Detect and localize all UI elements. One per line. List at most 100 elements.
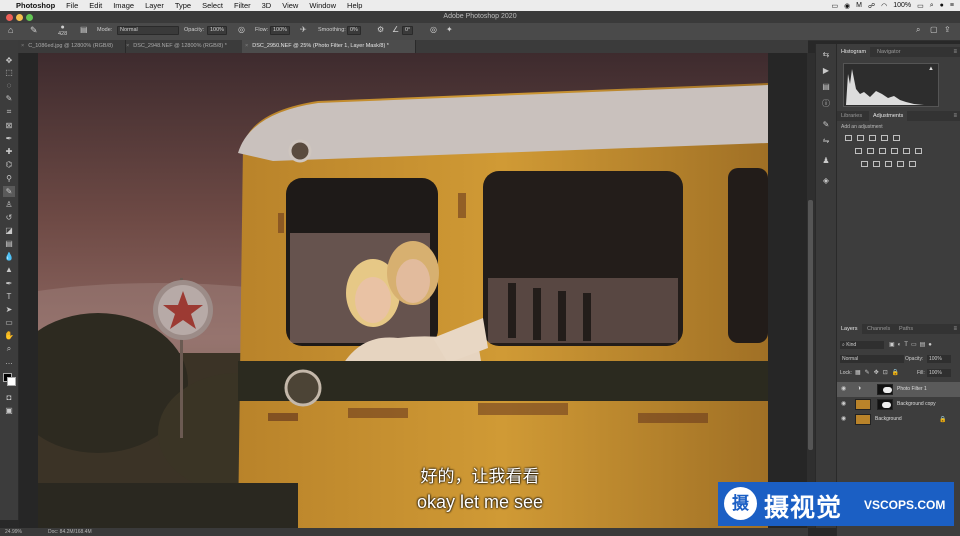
eyedropper-tool-icon[interactable]: ✒	[3, 133, 15, 144]
move-tool-icon[interactable]: ✥	[3, 55, 15, 66]
spotlight-icon[interactable]: ⌕	[930, 2, 934, 10]
layer-filter-icons[interactable]: ▣◐T▭▤●	[889, 341, 935, 348]
home-icon[interactable]: ⌂	[8, 25, 13, 35]
brush-settings-panel-icon[interactable]: ⇋	[821, 136, 831, 146]
zoom-tool-icon[interactable]: ⌕	[3, 343, 15, 354]
share-icon[interactable]: ⇪	[944, 25, 951, 34]
close-tab-icon[interactable]: ×	[126, 43, 129, 49]
tab-c1086ed[interactable]: × C_1086ed.jpg @ 12800% (RGB/8)	[18, 40, 126, 53]
brush-tool-icon[interactable]: ✎	[30, 25, 38, 36]
extension-icon[interactable]: ☍	[868, 2, 875, 10]
channel-mixer-icon[interactable]	[903, 148, 910, 154]
menu-help[interactable]: Help	[347, 1, 362, 10]
menu-window[interactable]: Window	[309, 1, 336, 10]
layer-thumbnail[interactable]	[855, 414, 871, 425]
layer-mask-thumbnail[interactable]	[877, 399, 893, 410]
tab-histogram[interactable]: Histogram	[837, 47, 871, 57]
photo-filter-icon[interactable]	[891, 148, 898, 154]
menu-layer[interactable]: Layer	[145, 1, 164, 10]
tab-channels[interactable]: Channels	[863, 324, 894, 334]
character-panel-icon[interactable]: ♟	[821, 156, 831, 166]
stamp-tool-icon[interactable]: ♙	[3, 199, 15, 210]
close-tab-icon[interactable]: ×	[21, 43, 24, 49]
invert-icon[interactable]	[861, 161, 868, 167]
marquee-tool-icon[interactable]: ⬚	[3, 67, 15, 78]
black-white-icon[interactable]	[879, 148, 886, 154]
layer-row-background-copy[interactable]: ◉ Background copy	[837, 397, 960, 412]
pressure-size-icon[interactable]: ◎	[430, 25, 437, 34]
brush-tool-icon-active[interactable]: ✎	[3, 186, 15, 197]
filter-kind-dropdown[interactable]: ⌕ Kind	[840, 341, 884, 349]
frame-tool-icon[interactable]: ⊠	[3, 120, 15, 131]
blend-mode-dropdown[interactable]: Normal	[840, 355, 904, 363]
actions-panel-icon[interactable]: ▶	[821, 66, 831, 76]
crop-tool-icon[interactable]: ⌗	[3, 106, 15, 117]
brush-preset-picker[interactable]: ● 428	[58, 24, 67, 37]
menu-file[interactable]: File	[66, 1, 78, 10]
selective-color-icon[interactable]	[909, 161, 916, 167]
history-brush-tool-icon[interactable]: ↺	[3, 212, 15, 223]
levels-icon[interactable]	[857, 135, 864, 141]
layer-row-photo-filter[interactable]: ◉ ◑ Photo Filter 1	[837, 382, 960, 397]
zoom-level[interactable]: 24.99%	[5, 529, 22, 535]
search-icon[interactable]: ⌕	[916, 25, 920, 35]
layer-mask-thumbnail[interactable]	[877, 384, 893, 395]
quick-mask-icon[interactable]: ◘	[3, 392, 15, 403]
panel-menu-icon[interactable]: ≡	[953, 111, 957, 121]
background-color-swatch[interactable]	[7, 377, 16, 386]
workspace-icon[interactable]: ▢	[930, 25, 938, 34]
more-tools-icon[interactable]: …	[3, 356, 15, 367]
color-lookup-icon[interactable]	[915, 148, 922, 154]
gear-icon[interactable]: ⚙	[377, 25, 384, 34]
menu-view[interactable]: View	[282, 1, 298, 10]
panel-menu-icon[interactable]: ≡	[953, 47, 957, 57]
exposure-icon[interactable]	[881, 135, 888, 141]
record-icon[interactable]: ◉	[844, 2, 850, 10]
document-canvas[interactable]	[38, 53, 768, 528]
dodge-tool-icon[interactable]: ▲	[3, 264, 15, 275]
layer-opacity-field[interactable]: 100%	[927, 355, 951, 363]
hue-saturation-icon[interactable]	[855, 148, 862, 154]
history-panel-icon[interactable]: ⇆	[821, 50, 831, 60]
gradient-map-icon[interactable]	[897, 161, 904, 167]
opacity-field[interactable]: 100%	[207, 26, 228, 35]
user-icon[interactable]: ●	[940, 2, 944, 9]
visibility-eye-icon[interactable]: ◉	[841, 401, 847, 407]
close-tab-icon[interactable]: ×	[245, 43, 248, 49]
quick-select-tool-icon[interactable]: ✎	[3, 93, 15, 104]
blur-tool-icon[interactable]: 💧	[3, 251, 15, 262]
3d-panel-icon[interactable]: ◈	[821, 176, 831, 186]
flow-field[interactable]: 100%	[270, 26, 291, 35]
brush-panel-icon[interactable]: ✎	[821, 120, 831, 130]
path-select-tool-icon[interactable]: ➤	[3, 304, 15, 315]
patch-tool-icon[interactable]: ⌬	[3, 159, 15, 170]
properties-panel-icon[interactable]: ▤	[821, 82, 831, 92]
scrollbar-thumb[interactable]	[808, 200, 813, 450]
wifi-icon[interactable]: ◠	[881, 2, 887, 10]
angle-field[interactable]: 0°	[402, 26, 414, 35]
menu-edit[interactable]: Edit	[89, 1, 102, 10]
tab-layers[interactable]: Layers	[837, 324, 862, 334]
close-window-button[interactable]	[6, 14, 13, 21]
tab-paths[interactable]: Paths	[895, 324, 917, 334]
smoothing-field[interactable]: 0%	[347, 26, 361, 35]
menu-3d[interactable]: 3D	[262, 1, 272, 10]
type-tool-icon[interactable]: T	[3, 291, 15, 302]
gradient-tool-icon[interactable]: ▤	[3, 238, 15, 249]
brush-settings-icon[interactable]: ▤	[80, 25, 88, 34]
layer-row-background[interactable]: ◉ Background 🔒	[837, 412, 960, 427]
hand-tool-icon[interactable]: ✋	[3, 330, 15, 341]
clone-stamp-tool-icon[interactable]: ⚲	[3, 173, 15, 184]
pressure-opacity-icon[interactable]: ◎	[238, 25, 245, 34]
tab-dsc2948[interactable]: × DSC_2948.NEF @ 12800% (RGB/8) *	[123, 40, 245, 53]
curves-icon[interactable]	[869, 135, 876, 141]
layer-thumbnail[interactable]	[855, 399, 871, 410]
pen-tool-icon[interactable]: ✒	[3, 278, 15, 289]
battery-label[interactable]: 100%	[893, 2, 911, 9]
tab-navigator[interactable]: Navigator	[873, 47, 905, 57]
battery-icon[interactable]: ▭	[917, 2, 924, 10]
tab-adjustments[interactable]: Adjustments	[869, 111, 908, 121]
visibility-eye-icon[interactable]: ◉	[841, 386, 847, 392]
tab-dsc2950[interactable]: × DSC_2950.NEF @ 25% (Photo Filter 1, Lay…	[242, 40, 416, 53]
symmetry-icon[interactable]: ✦	[446, 25, 453, 34]
